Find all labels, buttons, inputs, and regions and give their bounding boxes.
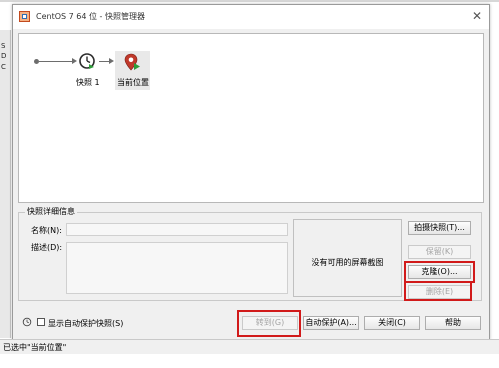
title-bar: CentOS 7 64 位 - 快照管理器 ✕: [13, 5, 489, 29]
goto-highlight-box: [237, 310, 301, 337]
snapshot-1-label[interactable]: 快照 1: [76, 77, 100, 88]
background-window-strip: S D C: [0, 30, 11, 338]
description-field[interactable]: [66, 242, 288, 294]
snapshot-details-title: 快照详细信息: [25, 206, 77, 217]
name-field[interactable]: [66, 223, 288, 236]
keep-button[interactable]: 保留(K): [408, 245, 471, 259]
clone-highlight-box: [404, 261, 475, 283]
current-position-pin-icon[interactable]: [123, 53, 141, 73]
status-text: 已选中"当前位置": [3, 343, 67, 352]
background-bottom-area: [0, 354, 499, 368]
close-window-button[interactable]: ✕: [469, 8, 485, 24]
current-position-label[interactable]: 当前位置: [117, 77, 149, 88]
history-icon: [22, 317, 32, 327]
snapshot-manager-window: CentOS 7 64 位 - 快照管理器 ✕ 快照 1 当前位置 快照详细信息…: [12, 4, 490, 340]
tree-arrow-icon: [72, 58, 77, 64]
background-window-edge: [0, 0, 499, 2]
delete-highlight-box: [404, 281, 472, 301]
no-screenshot-text: 没有可用的屏幕截图: [311, 258, 384, 267]
name-label: 名称(N):: [31, 226, 62, 235]
background-text-fragment: C: [1, 63, 6, 71]
vmware-app-icon: [19, 11, 30, 22]
help-button[interactable]: 帮助: [425, 316, 481, 330]
take-snapshot-button[interactable]: 拍摄快照(T)...: [408, 221, 471, 235]
close-button[interactable]: 关闭(C): [364, 316, 420, 330]
background-text-fragment: S: [1, 42, 6, 50]
window-title: CentOS 7 64 位 - 快照管理器: [36, 12, 145, 21]
show-autoprotect-label[interactable]: 显示自动保护快照(S): [48, 318, 123, 329]
show-autoprotect-checkbox[interactable]: [37, 318, 45, 326]
autoprotect-button[interactable]: 自动保护(A)...: [303, 316, 359, 330]
tree-arrow-icon: [109, 58, 114, 64]
snapshot-tree[interactable]: 快照 1 当前位置: [18, 33, 484, 203]
description-label: 描述(D):: [31, 243, 63, 252]
tree-connector: [39, 61, 73, 62]
snapshot-clock-icon[interactable]: [78, 52, 96, 70]
background-text-fragment: D: [1, 52, 7, 60]
status-bar: 已选中"当前位置": [0, 339, 499, 354]
